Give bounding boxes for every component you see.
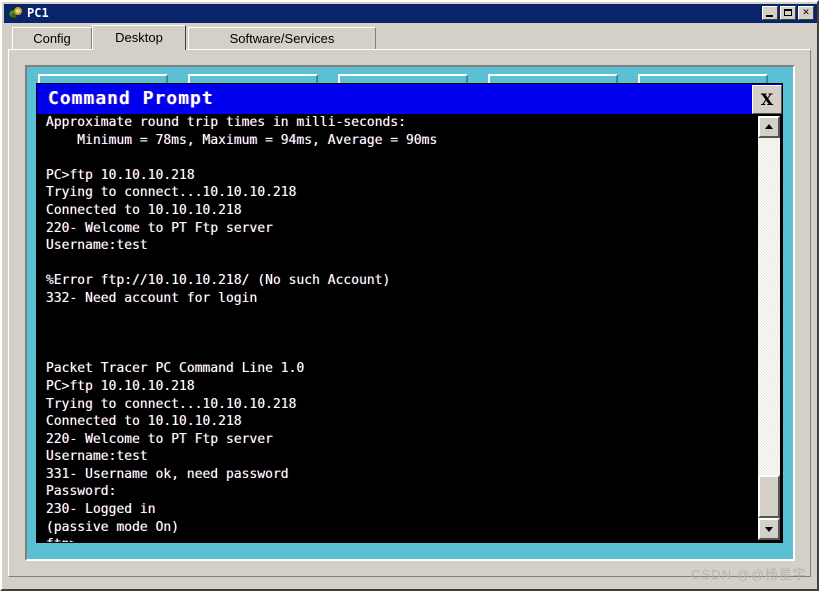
maximize-button[interactable] [780,6,796,20]
terminal-line: Trying to connect...10.10.10.218 [46,396,297,412]
pc-properties-window: PC1 ✕ Config Desktop Software/Services C… [0,0,819,591]
terminal-scrollbar[interactable] [758,116,780,540]
terminal-line: Password: [46,484,117,500]
command-prompt-window: Command Prompt X Approximate round trip … [36,83,783,543]
terminal-line: Minimum = 78ms, Maximum = 94ms, Average … [46,132,438,148]
close-icon: ✕ [802,8,810,18]
command-prompt-titlebar: Command Prompt [37,84,782,114]
scrollbar-track[interactable] [758,138,780,518]
terminal-line: Packet Tracer PC Command Line 1.0 [46,361,305,377]
terminal-line: Username:test [46,238,148,254]
terminal-line: Username:test [46,449,148,465]
terminal-line: PC>ftp 10.10.10.218 [46,378,195,394]
terminal-line: Trying to connect...10.10.10.218 [46,185,297,201]
terminal-line: 230- Logged in [46,502,156,518]
terminal-line: 220- Welcome to PT Ftp server [46,220,273,236]
terminal-line: Approximate round trip times in milli-se… [46,115,407,130]
scroll-up-button[interactable] [758,116,780,138]
terminal-line: (passive mode On) [46,519,180,535]
window-titlebar: PC1 ✕ [4,4,817,23]
terminal-line: 220- Welcome to PT Ftp server [46,431,273,447]
terminal-line: 332- Need account for login [46,290,258,306]
tab-desktop[interactable]: Desktop [92,25,186,50]
terminal-line: ftp> [46,536,746,542]
scroll-down-button[interactable] [758,518,780,540]
command-prompt-title: Command Prompt [48,88,214,109]
terminal-line: Connected to 10.10.10.218 [46,414,242,430]
window-title: PC1 [27,6,49,20]
terminal-line: 331- Username ok, need password [46,466,289,482]
command-prompt-close-button[interactable]: X [752,85,782,114]
pc-device-icon [7,6,23,21]
window-controls: ✕ [762,6,814,20]
terminal-line: %Error ftp://10.10.10.218/ (No such Acco… [46,273,391,289]
triangle-up-icon [765,124,773,129]
pc-desktop[interactable]: Command Prompt X Approximate round trip … [25,65,795,561]
scrollbar-thumb[interactable] [758,475,780,518]
tab-software[interactable]: Software/Services [188,27,376,49]
terminal-text: Approximate round trip times in milli-se… [46,114,746,542]
tab-content-panel: Command Prompt X Approximate round trip … [8,49,811,577]
minimize-button[interactable] [762,6,778,20]
tab-bar: Config Desktop Software/Services [6,25,815,50]
terminal-output-area[interactable]: Approximate round trip times in milli-se… [37,114,782,542]
tab-config[interactable]: Config [12,27,92,49]
terminal-line: Connected to 10.10.10.218 [46,202,242,218]
terminal-line: PC>ftp 10.10.10.218 [46,167,195,183]
triangle-down-icon [765,527,773,532]
close-button[interactable]: ✕ [798,6,814,20]
